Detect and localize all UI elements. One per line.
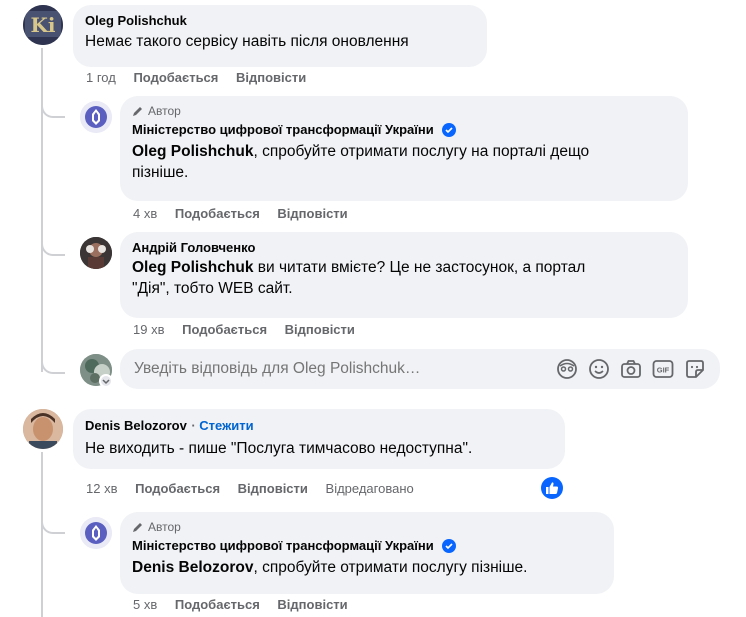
- comment-bubble: Oleg Polishchuk Немає такого сервісу нав…: [73, 5, 487, 67]
- mention-link[interactable]: Oleg Polishchuk: [132, 143, 253, 160]
- like-button[interactable]: Подобається: [182, 322, 267, 337]
- reply-bubble: Андрій Головченко Oleg Polishchuk ви чит…: [120, 232, 688, 318]
- avatar-switch-icon[interactable]: [99, 374, 113, 388]
- reply-author[interactable]: Міністерство цифрової трансформації Укра…: [132, 538, 434, 553]
- reply-button[interactable]: Відповісти: [236, 70, 306, 85]
- pencil-icon: [133, 523, 142, 532]
- reply-text: Denis Belozorov, спробуйте отримати посл…: [132, 559, 528, 576]
- reply-meta: 4 хв Подобається Відповісти: [133, 206, 362, 221]
- avatar-image: [80, 237, 112, 269]
- reply-meta: 5 хв Подобається Відповісти: [133, 597, 362, 612]
- gif-icon[interactable]: GIF: [652, 358, 674, 380]
- reply-input-box[interactable]: GIF: [120, 349, 720, 389]
- reply-text: Oleg Polishchuk ви читати вмієте? Це не …: [132, 259, 586, 297]
- avatar-sticker-icon[interactable]: [556, 358, 578, 380]
- reply-bubble: Автор Міністерство цифрової трансформаці…: [120, 96, 688, 201]
- reply-button[interactable]: Відповісти: [277, 206, 347, 221]
- author-tag: Автор: [132, 104, 676, 118]
- camera-icon[interactable]: [620, 358, 642, 380]
- comment-text: Не виходить - пише "Послуга тимчасово не…: [85, 440, 473, 457]
- svg-text:GIF: GIF: [657, 366, 670, 375]
- reply-author[interactable]: Міністерство цифрової трансформації Укра…: [132, 122, 434, 137]
- mention-link[interactable]: Denis Belozorov: [132, 559, 253, 576]
- like-button[interactable]: Подобається: [175, 597, 260, 612]
- ministry-logo-icon: [80, 101, 112, 133]
- comment-meta: 12 хв Подобається Відповісти Відредагова…: [86, 481, 428, 496]
- reply-text: Oleg Polishchuk, спробуйте отримати посл…: [132, 143, 590, 181]
- comment-author[interactable]: Denis Belozorov: [85, 418, 187, 433]
- thread-connector: [41, 508, 65, 534]
- author-tag: Автор: [132, 520, 602, 534]
- reply-bubble: Автор Міністерство цифрової трансформаці…: [120, 512, 614, 594]
- thread-connector: [41, 346, 65, 374]
- avatar[interactable]: [80, 237, 112, 269]
- avatar-image: Ki: [23, 5, 63, 45]
- thread-line: [41, 452, 43, 617]
- reply-input[interactable]: [134, 360, 556, 378]
- reply-meta: 19 хв Подобається Відповісти: [133, 322, 369, 337]
- like-button[interactable]: Подобається: [135, 481, 220, 496]
- verified-icon: [442, 122, 457, 137]
- mention-link[interactable]: Oleg Polishchuk: [132, 259, 253, 276]
- reply-button[interactable]: Відповісти: [277, 597, 347, 612]
- reply-time[interactable]: 5 хв: [133, 597, 157, 612]
- like-button[interactable]: Подобається: [133, 70, 218, 85]
- comment-time[interactable]: 1 год: [86, 70, 116, 85]
- comment-text: Немає такого сервісу навіть після оновле…: [85, 33, 409, 50]
- avatar-image: [23, 409, 63, 449]
- edited-label[interactable]: Відредаговано: [326, 481, 414, 496]
- pencil-icon: [133, 107, 142, 116]
- avatar[interactable]: [80, 101, 112, 133]
- sticker-icon[interactable]: [684, 358, 706, 380]
- thread-connector: [41, 92, 65, 118]
- avatar[interactable]: [23, 409, 63, 449]
- reply-button[interactable]: Відповісти: [285, 322, 355, 337]
- svg-text:Ki: Ki: [31, 13, 56, 37]
- verified-icon: [442, 538, 457, 553]
- comment-time[interactable]: 12 хв: [86, 481, 117, 496]
- comment-author[interactable]: Oleg Polishchuk: [85, 13, 475, 28]
- reply-button[interactable]: Відповісти: [238, 481, 308, 496]
- reply-time[interactable]: 19 хв: [133, 322, 164, 337]
- comment-meta: 1 год Подобається Відповісти: [86, 70, 320, 85]
- ministry-logo-icon: [80, 517, 112, 549]
- reply-author[interactable]: Андрій Головченко: [132, 240, 676, 255]
- avatar[interactable]: Ki: [23, 5, 63, 45]
- reply-time[interactable]: 4 хв: [133, 206, 157, 221]
- comment-bubble: Denis Belozorov · Стежити Не виходить - …: [73, 409, 565, 469]
- like-reaction-icon[interactable]: [540, 476, 564, 500]
- like-button[interactable]: Подобається: [175, 206, 260, 221]
- avatar[interactable]: [80, 517, 112, 549]
- emoji-icon[interactable]: [588, 358, 610, 380]
- follow-button[interactable]: Стежити: [199, 418, 253, 433]
- thread-connector: [41, 230, 65, 256]
